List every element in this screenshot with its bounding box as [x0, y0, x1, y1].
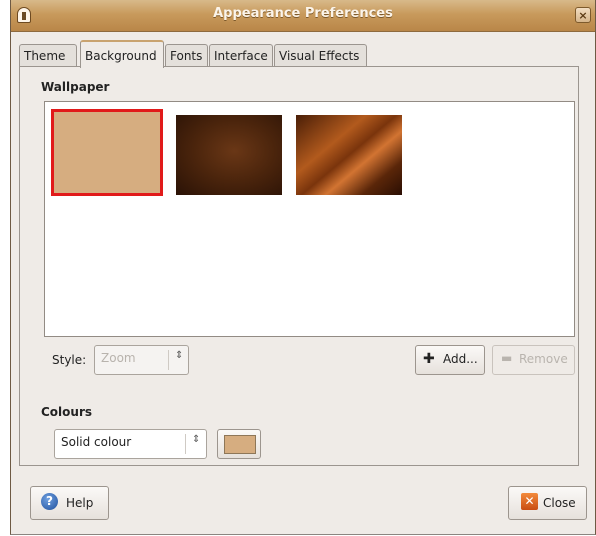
colour-mode-arrow-icon: ⇕ — [192, 434, 201, 445]
window-title: Appearance Preferences — [213, 6, 393, 21]
colour-swatch — [224, 435, 256, 454]
wallpaper-thumb-brown-texture[interactable] — [176, 115, 282, 195]
remove-icon: ▬ — [501, 351, 513, 365]
tab-background[interactable]: Background — [80, 40, 164, 68]
add-icon: ✚ — [423, 351, 435, 367]
wallpaper-heading: Wallpaper — [41, 80, 109, 94]
wallpaper-heading-text: Wallpaper — [41, 80, 110, 94]
wallpaper-thumb-solid[interactable] — [51, 109, 163, 196]
wallpaper-thumb-orange-waves[interactable] — [296, 115, 402, 195]
wallpaper-list[interactable] — [44, 101, 575, 337]
close-button-label: Close — [543, 496, 576, 510]
style-combo-value: Zoom — [101, 351, 136, 365]
style-label: Style: — [52, 353, 87, 367]
colour-mode-separator — [185, 434, 186, 454]
colour-mode-value: Solid colour — [61, 435, 132, 449]
help-icon: ? — [41, 493, 58, 510]
remove-button-label: Remove — [519, 352, 568, 366]
colours-heading-text: Colours — [41, 405, 93, 419]
tab-visual-effects[interactable]: Visual Effects — [274, 44, 367, 67]
style-combo[interactable]: Zoom ⇕ — [94, 345, 189, 375]
close-icon: ✕ — [521, 493, 538, 510]
tab-interface[interactable]: Interface — [209, 44, 273, 67]
style-combo-arrow-icon: ⇕ — [175, 350, 184, 361]
window-close-icon[interactable]: × — [575, 7, 591, 23]
add-wallpaper-button[interactable]: ✚ Add... — [415, 345, 485, 375]
remove-wallpaper-button[interactable]: ▬ Remove — [492, 345, 575, 375]
style-combo-separator — [168, 350, 169, 370]
colour-mode-combo[interactable]: Solid colour ⇕ — [54, 429, 207, 459]
tab-fonts[interactable]: Fonts — [165, 44, 208, 67]
tab-theme[interactable]: Theme — [19, 44, 77, 67]
add-button-label: Add... — [443, 352, 478, 366]
close-button[interactable]: ✕ Close — [508, 486, 587, 520]
help-button[interactable]: ? Help — [30, 486, 109, 520]
colour-picker-button[interactable] — [217, 429, 261, 459]
colours-heading: Colours — [41, 405, 92, 419]
help-button-label: Help — [66, 496, 94, 510]
title-bar[interactable]: Appearance Preferences × — [11, 0, 595, 32]
